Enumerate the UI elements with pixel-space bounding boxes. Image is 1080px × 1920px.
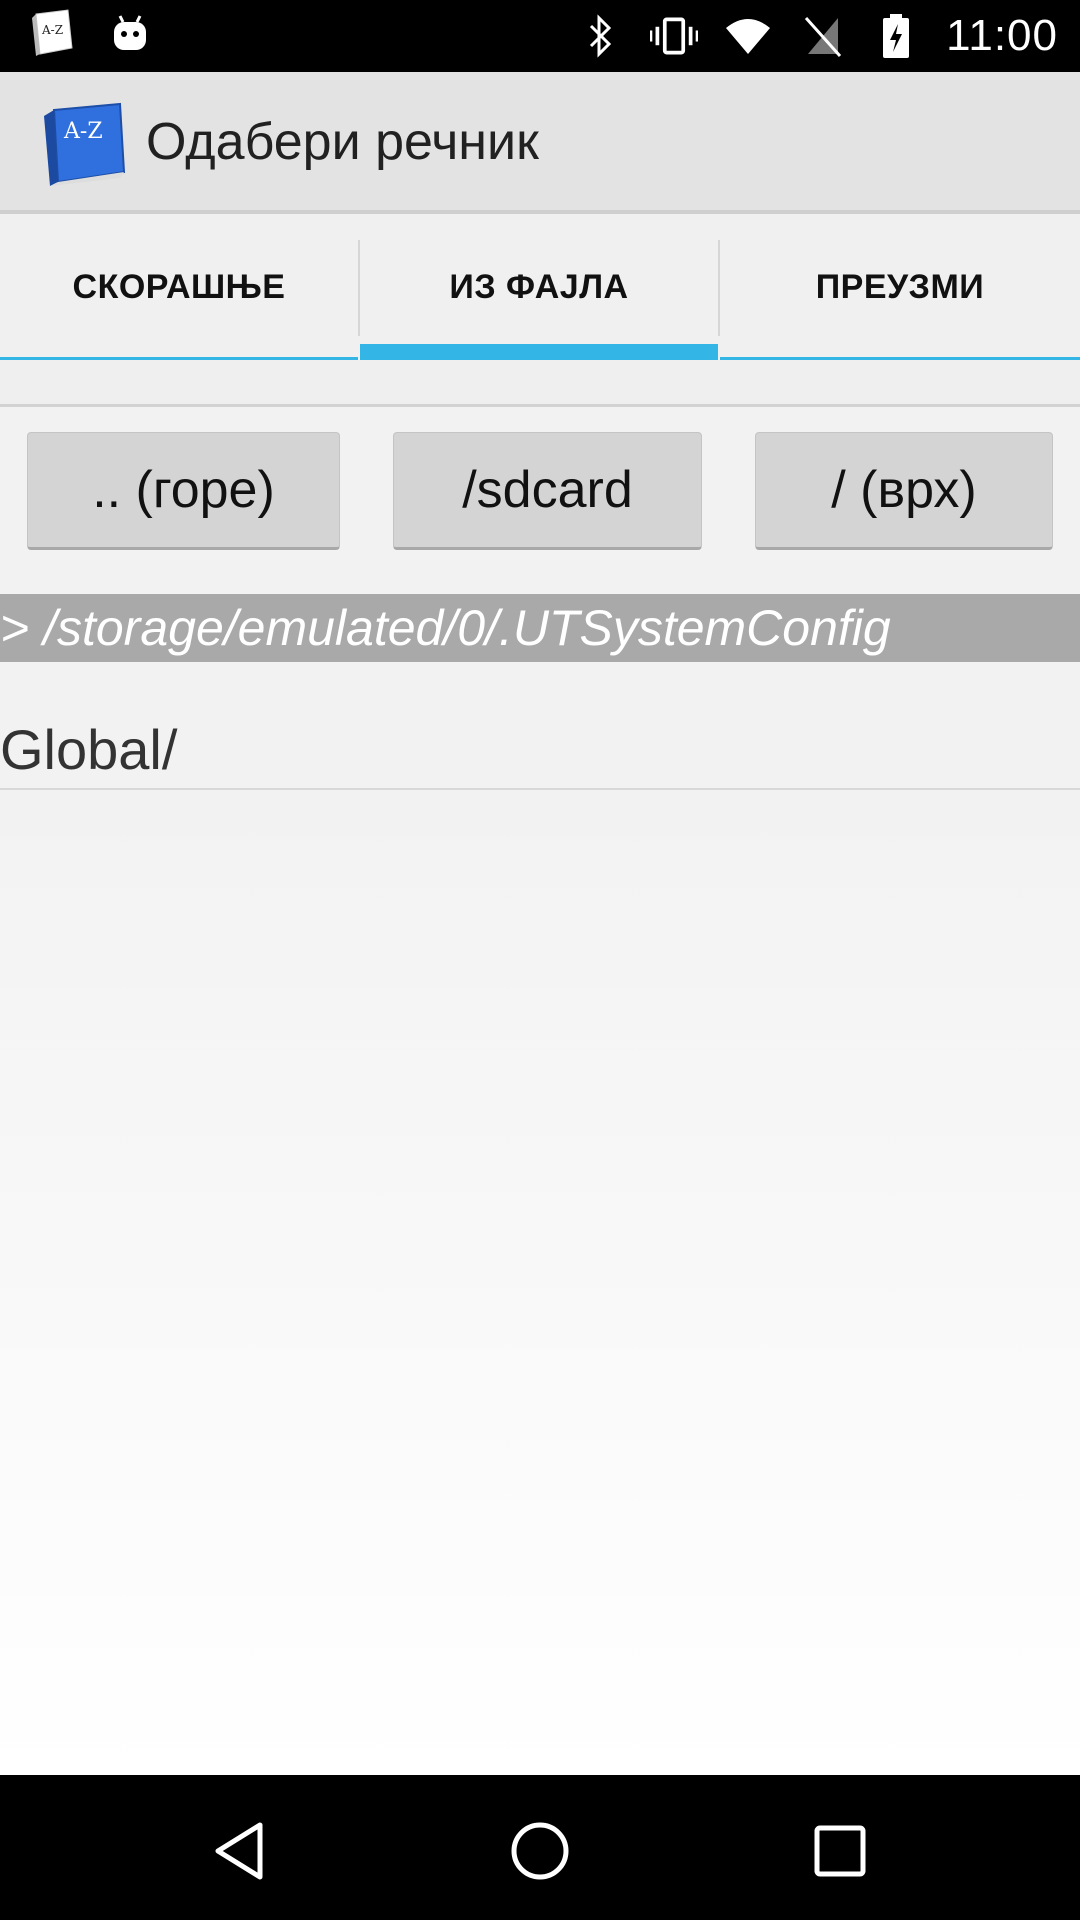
home-icon[interactable] (500, 1811, 580, 1891)
logo-text: A-Z (63, 119, 103, 144)
tab-recent-label: СКОРАШЊЕ (72, 267, 286, 306)
list-item[interactable]: Global/ (0, 700, 1080, 790)
clock: 11:00 (946, 11, 1058, 60)
action-bar: A-Z Одабери речник (0, 72, 1080, 214)
bluetooth-icon (576, 12, 624, 60)
tab-indicator-selected (360, 344, 718, 360)
battery-charging-icon (872, 12, 920, 60)
file-list-area (0, 790, 1080, 1775)
dictionary-notification-icon: A-Z (28, 9, 76, 58)
vibrate-icon (650, 12, 699, 60)
back-icon[interactable] (200, 1811, 280, 1891)
no-sim-icon (798, 12, 846, 60)
tab-download[interactable]: ПРЕУЗМИ (720, 214, 1080, 360)
tab-recent[interactable]: СКОРАШЊЕ (0, 214, 358, 360)
up-button[interactable]: .. (горе) (27, 432, 340, 550)
tab-from-file[interactable]: ИЗ ФАЈЛА (360, 214, 718, 360)
android-notification-icon (106, 10, 154, 58)
svg-text:A-Z: A-Z (41, 23, 63, 37)
tab-bar: СКОРАШЊЕ ИЗ ФАЈЛА ПРЕУЗМИ (0, 214, 1080, 360)
tab-from-file-label: ИЗ ФАЈЛА (449, 267, 629, 306)
current-path: > /storage/emulated/0/.UTSystemConfig (0, 594, 1080, 662)
app-logo-icon[interactable]: A-Z (40, 102, 126, 188)
page-title: Одабери речник (146, 113, 539, 171)
root-button[interactable]: / (врх) (755, 432, 1053, 550)
sdcard-button[interactable]: /sdcard (393, 432, 702, 550)
status-bar: A-Z 11:00 (0, 0, 1080, 72)
recents-icon[interactable] (800, 1811, 880, 1891)
tab-download-label: ПРЕУЗМИ (815, 267, 985, 306)
system-nav-bar (0, 1775, 1080, 1920)
wifi-icon (724, 12, 772, 60)
tab-bar-shadow (0, 360, 1080, 407)
